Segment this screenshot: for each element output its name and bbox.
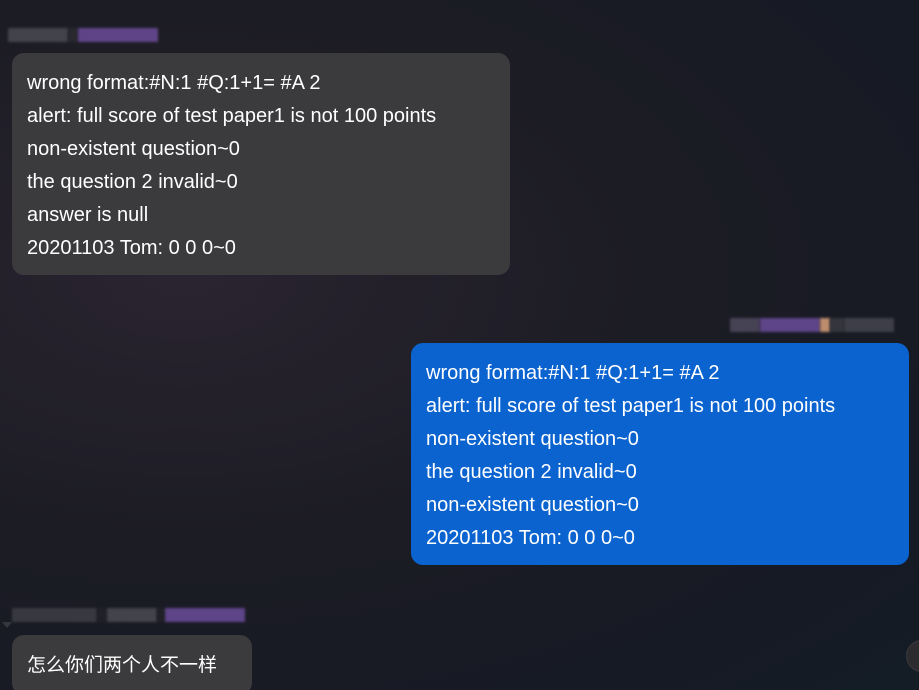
message-line: 20201103 Tom: 0 0 0~0 (27, 237, 236, 259)
message-line: non-existent question~0 (426, 494, 639, 516)
avatar[interactable] (906, 640, 919, 672)
sender-name-redacted (12, 605, 245, 625)
redacted-block (97, 608, 107, 622)
sender-name-redacted (730, 315, 894, 335)
message-bubble-received[interactable]: 怎么你们两个人不一样 (12, 635, 252, 690)
redacted-block (68, 28, 78, 42)
redacted-block (820, 318, 830, 332)
message-line: the question 2 invalid~0 (426, 461, 637, 483)
redacted-block (760, 318, 820, 332)
redacted-block (844, 318, 894, 332)
redacted-block (8, 28, 68, 42)
message-line: the question 2 invalid~0 (27, 171, 238, 193)
message-line: wrong format:#N:1 #Q:1+1= #A 2 (426, 362, 720, 384)
message-line: alert: full score of test paper1 is not … (426, 395, 836, 417)
message-line: non-existent question~0 (426, 428, 639, 450)
redacted-block (165, 608, 245, 622)
message-bubble-sent[interactable]: wrong format:#N:1 #Q:1+1= #A 2 alert: fu… (411, 343, 909, 565)
sender-name-redacted (8, 25, 158, 45)
message-line: non-existent question~0 (27, 138, 240, 160)
message-bubble-received[interactable]: wrong format:#N:1 #Q:1+1= #A 2 alert: fu… (12, 53, 510, 275)
redacted-block (830, 318, 844, 332)
message-line: alert: full score of test paper1 is not … (27, 105, 437, 127)
message-line: 怎么你们两个人不一样 (27, 654, 218, 676)
bubble-tail-icon (2, 622, 12, 628)
message-line: wrong format:#N:1 #Q:1+1= #A 2 (27, 72, 321, 94)
chat-message-area[interactable]: wrong format:#N:1 #Q:1+1= #A 2 alert: fu… (0, 0, 919, 690)
redacted-block (730, 318, 760, 332)
redacted-block (157, 608, 165, 622)
message-line: 20201103 Tom: 0 0 0~0 (426, 527, 635, 549)
redacted-block (107, 608, 157, 622)
redacted-block (78, 28, 158, 42)
message-line: answer is null (27, 204, 149, 226)
redacted-block (12, 608, 97, 622)
